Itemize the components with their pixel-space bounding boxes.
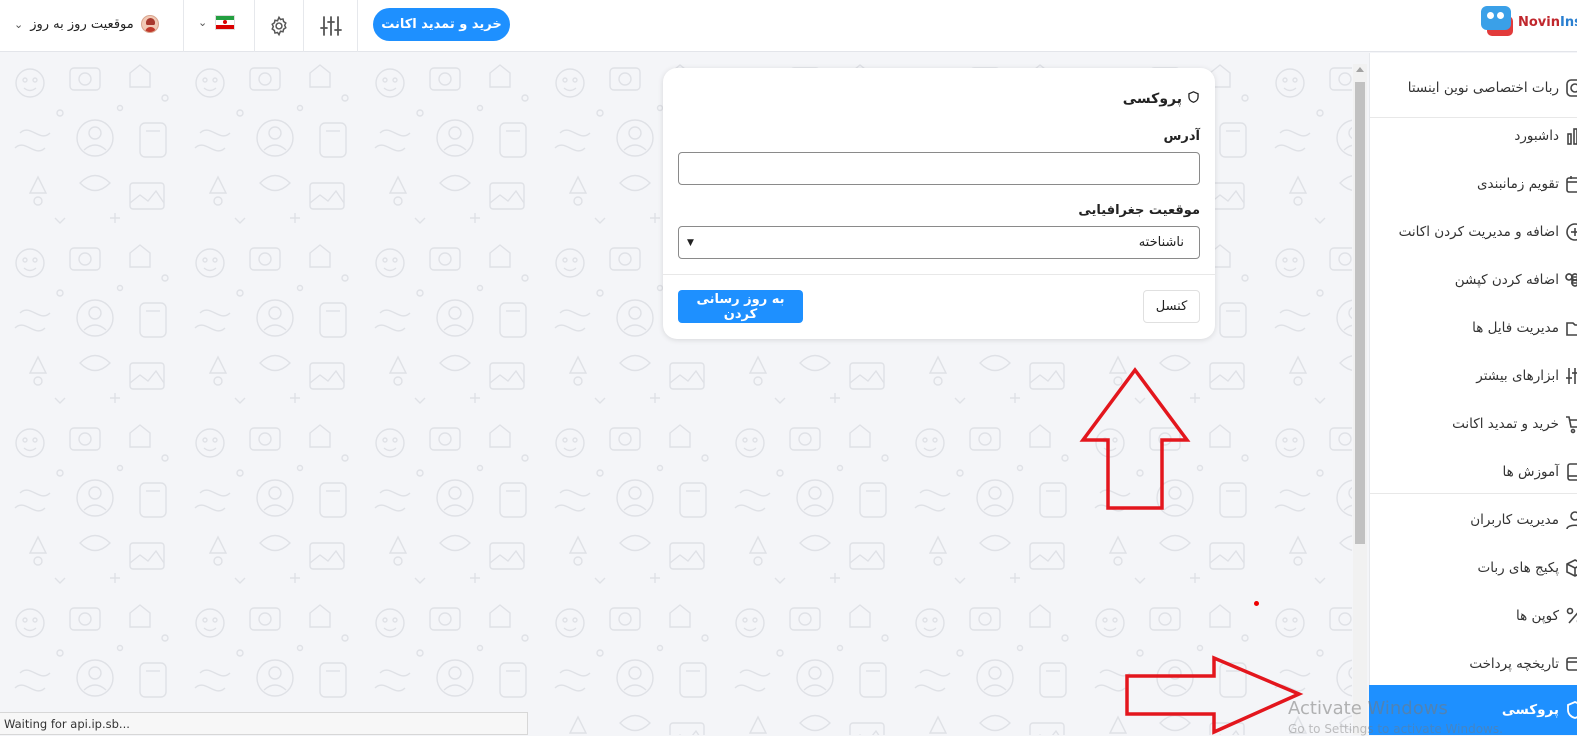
divider xyxy=(357,0,358,52)
shield-icon xyxy=(1565,700,1577,720)
iran-flag-icon xyxy=(215,15,236,30)
user-icon xyxy=(1565,510,1577,530)
location-value: ناشناخته xyxy=(1138,235,1184,250)
scroll-up-arrow-icon[interactable] xyxy=(1356,67,1364,72)
divider xyxy=(303,0,304,52)
location-label: موقعیت جغرافیایی xyxy=(1078,203,1200,218)
update-button[interactable]: به روز رسانی کردن xyxy=(678,290,803,323)
shield-icon xyxy=(1187,90,1200,108)
proxy-card: پروکسی آدرس موقعیت جغرافیایی ناشناخته ▼ … xyxy=(663,68,1215,339)
sidebar-item-label: پروکسی xyxy=(1501,702,1559,718)
caret-down-icon: ▼ xyxy=(687,237,694,248)
scrollbar[interactable] xyxy=(1353,64,1367,735)
cart-icon xyxy=(1565,414,1577,434)
sidebar-item-label: اضافه و مدیریت کردن اکانت xyxy=(1398,224,1559,240)
windows-activation-subtext: Go to Settings to activate Windows. xyxy=(1288,722,1503,736)
sidebar-item-more-tools[interactable]: ابزارهای بیشتر xyxy=(1369,353,1577,399)
sidebar-item-label: خرید و تمدید اکانت xyxy=(1452,416,1559,432)
sliders-icon xyxy=(320,16,342,36)
sidebar-item-dashboard[interactable]: داشبورد xyxy=(1369,113,1577,159)
chart-bars-icon xyxy=(1565,126,1577,146)
divider xyxy=(183,0,184,52)
sidebar-item-label: مدیریت فایل ها xyxy=(1472,320,1559,336)
sidebar-item-caption[interactable]: اضافه کردن کپشن xyxy=(1369,257,1577,303)
windows-activation-watermark: Activate Windows xyxy=(1288,698,1448,719)
top-bar: ⌄ موقعیت روز به روز ⌄ خرید و تمدید اکانت… xyxy=(0,0,1577,52)
sidebar-item-packages[interactable]: پکیج های ربات xyxy=(1369,545,1577,591)
sidebar-item-accounts[interactable]: اضافه و مدیریت کردن اکانت xyxy=(1369,209,1577,255)
sliders-icon xyxy=(1565,366,1577,386)
sidebar-item-files[interactable]: مدیریت فایل ها xyxy=(1369,305,1577,351)
gear-icon xyxy=(271,15,287,37)
sidebar-item-calendar[interactable]: تقویم زمانبندی xyxy=(1369,161,1577,207)
cursor-dot xyxy=(1254,601,1259,606)
sidebar-item-coupons[interactable]: کوپن ها xyxy=(1369,593,1577,639)
tools-button[interactable] xyxy=(318,13,344,39)
logo-mark-icon xyxy=(1481,6,1515,38)
calendar-icon xyxy=(1565,174,1577,194)
divider xyxy=(663,274,1215,275)
buy-renew-button[interactable]: خرید و تمدید اکانت xyxy=(373,8,510,41)
location-select[interactable]: ناشناخته ▼ xyxy=(678,226,1200,259)
credit-card-icon xyxy=(1565,654,1577,674)
card-title-text: پروکسی xyxy=(1122,91,1182,107)
browser-status-bar: Waiting for api.ip.sb... xyxy=(0,712,528,735)
sidebar-item-label: پکیج های ربات xyxy=(1477,560,1559,576)
folder-icon xyxy=(1565,318,1577,338)
settings-button[interactable] xyxy=(266,13,292,39)
address-input[interactable] xyxy=(678,152,1200,185)
command-icon xyxy=(1565,270,1577,290)
plus-circle-icon xyxy=(1565,222,1577,242)
logo[interactable]: NovinIns xyxy=(1481,6,1577,38)
sidebar-divider xyxy=(1370,493,1577,494)
sidebar-item-label: تاریخچه پرداخت xyxy=(1469,656,1559,672)
sidebar-item-label: مدیریت کاربران xyxy=(1470,512,1559,528)
sidebar-item-tutorials[interactable]: آموزش ها xyxy=(1369,449,1577,495)
avatar xyxy=(140,15,159,33)
sidebar-item-label: ابزارهای بیشتر xyxy=(1476,368,1559,384)
package-icon xyxy=(1565,558,1577,578)
divider xyxy=(254,0,255,52)
sidebar-item-buy[interactable]: خرید و تمدید اکانت xyxy=(1369,401,1577,447)
scroll-thumb[interactable] xyxy=(1355,82,1365,544)
sidebar-item-label: اضافه کردن کپشن xyxy=(1454,272,1559,288)
cancel-button[interactable]: کنسل xyxy=(1143,290,1200,323)
instagram-icon xyxy=(1565,78,1577,98)
percent-icon xyxy=(1565,606,1577,626)
status-dropdown[interactable]: ⌄ موقعیت روز به روز xyxy=(14,12,159,36)
sidebar-item-users[interactable]: مدیریت کاربران xyxy=(1369,497,1577,543)
status-label: موقعیت روز به روز xyxy=(30,16,134,32)
language-selector[interactable]: ⌄ xyxy=(198,15,236,30)
book-icon xyxy=(1565,462,1577,482)
sidebar-item-label: ربات اختصاصی نوین اینستا xyxy=(1407,80,1559,96)
sidebar-item-novin-bot[interactable]: ربات اختصاصی نوین اینستا xyxy=(1369,65,1577,111)
sidebar-item-payment-history[interactable]: تاریخچه پرداخت xyxy=(1369,641,1577,687)
sidebar-item-label: کوپن ها xyxy=(1516,608,1559,624)
sidebar-item-label: داشبورد xyxy=(1514,128,1559,144)
sidebar: ربات اختصاصی نوین اینستا داشبورد تقویم ز… xyxy=(1369,53,1577,735)
card-title: پروکسی xyxy=(1123,90,1200,108)
address-label: آدرس xyxy=(1163,129,1200,144)
logo-text: NovinIns xyxy=(1518,14,1577,30)
chevron-down-icon: ⌄ xyxy=(198,16,208,29)
chevron-down-icon: ⌄ xyxy=(14,17,24,31)
sidebar-item-label: آموزش ها xyxy=(1502,464,1559,480)
sidebar-item-label: تقویم زمانبندی xyxy=(1476,176,1559,192)
